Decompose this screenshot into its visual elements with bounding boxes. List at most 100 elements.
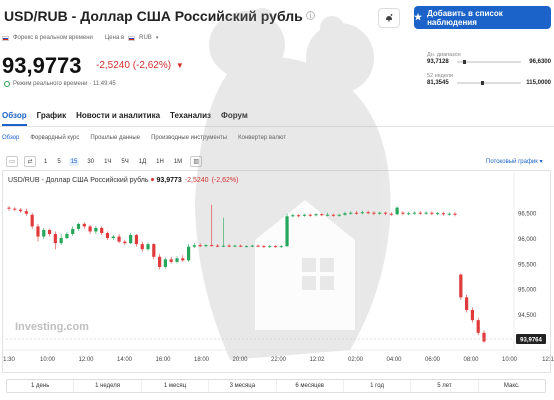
candle xyxy=(285,213,289,248)
candle-body xyxy=(401,212,405,214)
candle xyxy=(140,241,144,252)
candle-body xyxy=(418,212,422,214)
candle xyxy=(447,212,451,216)
candle-body xyxy=(100,227,104,233)
candle-body xyxy=(430,212,434,214)
x-tick-label: 18:00 xyxy=(194,357,210,363)
period-3m[interactable]: 3 месяца xyxy=(209,380,277,392)
candle xyxy=(42,227,46,240)
candle-body xyxy=(285,216,289,247)
y-tick-label: 94,500 xyxy=(518,313,537,319)
candle-body xyxy=(273,246,278,248)
candle-body xyxy=(354,212,359,214)
chart-price: 93,9773 xyxy=(156,177,182,184)
candle-body xyxy=(134,235,139,245)
candle-body xyxy=(325,214,330,216)
candle xyxy=(100,226,104,236)
candle-body xyxy=(24,211,28,214)
candle xyxy=(111,235,115,241)
candle xyxy=(476,317,480,336)
candle xyxy=(152,243,156,260)
candle xyxy=(94,225,98,234)
candle xyxy=(71,226,75,237)
candle-body xyxy=(383,212,388,214)
candle xyxy=(412,211,417,215)
candle-body xyxy=(140,244,144,250)
candle-body xyxy=(453,213,457,215)
candle xyxy=(146,242,150,251)
candle-body xyxy=(53,234,57,244)
candle-body xyxy=(256,245,260,247)
candle xyxy=(134,234,139,247)
candle-body xyxy=(302,214,307,216)
candle xyxy=(436,211,440,216)
candle-body xyxy=(204,245,208,247)
x-tick-label: 16:00 xyxy=(155,357,171,363)
candle-body xyxy=(308,214,312,216)
candle-body xyxy=(436,213,440,215)
chart-header: USD/RUB - Доллар США Российский рубль 93,… xyxy=(8,177,238,184)
x-tick-label: 12:1 xyxy=(542,357,554,363)
candle-body xyxy=(476,320,480,333)
candle-body xyxy=(123,241,127,244)
candle-body xyxy=(42,229,46,237)
candle-body xyxy=(36,226,40,237)
candle-body xyxy=(424,212,428,214)
chart-instrument-name: USD/RUB - Доллар США Российский рубль xyxy=(8,177,149,184)
candle xyxy=(59,234,63,246)
candle xyxy=(105,231,110,241)
x-tick-label: 02:00 xyxy=(348,357,364,363)
live-dot-icon xyxy=(150,178,154,181)
candle xyxy=(82,222,86,229)
candle-body xyxy=(360,212,364,214)
candle xyxy=(470,307,475,323)
candle-body xyxy=(227,245,231,247)
candle-body xyxy=(111,236,115,239)
candle xyxy=(65,231,69,240)
candle xyxy=(13,207,17,212)
x-tick-label: 14:00 xyxy=(117,357,133,363)
x-tick-label: 10:00 xyxy=(502,357,518,363)
candle xyxy=(117,234,121,244)
candle-body xyxy=(482,332,486,342)
candle-body xyxy=(175,258,179,262)
candle-body xyxy=(76,223,81,229)
period-1d[interactable]: 1 день xyxy=(7,380,75,392)
candle xyxy=(76,222,81,231)
investing-watermark: Investing.com xyxy=(15,321,89,333)
candle-body xyxy=(163,259,168,267)
period-6m[interactable]: 6 месяцев xyxy=(277,380,344,392)
candle-body xyxy=(82,223,86,227)
candle-body xyxy=(59,238,63,244)
candle xyxy=(129,232,133,245)
period-5y[interactable]: 5 лет xyxy=(411,380,479,392)
candle-body xyxy=(192,245,196,247)
candle-body xyxy=(441,213,446,215)
candle-body xyxy=(378,212,382,214)
period-1m[interactable]: 1 месяц xyxy=(142,380,210,392)
candle xyxy=(418,211,422,215)
candle xyxy=(30,212,34,229)
candle xyxy=(186,244,191,262)
candle-body xyxy=(47,229,52,234)
price-chart[interactable]: 96,500 96,000 95,500 95,000 94,500 1:30 10:00… xyxy=(0,0,554,400)
period-1y[interactable]: 1 год xyxy=(344,380,412,392)
candle-body xyxy=(349,212,353,214)
x-tick-label: 10:00 xyxy=(40,357,56,363)
candle-body xyxy=(210,245,214,247)
candle-body xyxy=(152,244,156,257)
candle xyxy=(47,228,52,237)
candle-body xyxy=(181,258,185,261)
candle-body xyxy=(146,244,150,250)
x-tick-label: 20:00 xyxy=(232,357,248,363)
candle-body xyxy=(250,245,254,247)
candle-body xyxy=(94,227,98,232)
x-tick-label: 06:00 xyxy=(425,357,441,363)
candle xyxy=(453,212,457,217)
candle-body xyxy=(412,212,417,214)
candle-body xyxy=(407,213,411,215)
period-max[interactable]: Макс. xyxy=(479,380,545,392)
candle xyxy=(36,223,40,242)
candle-body xyxy=(105,232,110,239)
period-1w[interactable]: 1 неделя xyxy=(74,380,142,392)
